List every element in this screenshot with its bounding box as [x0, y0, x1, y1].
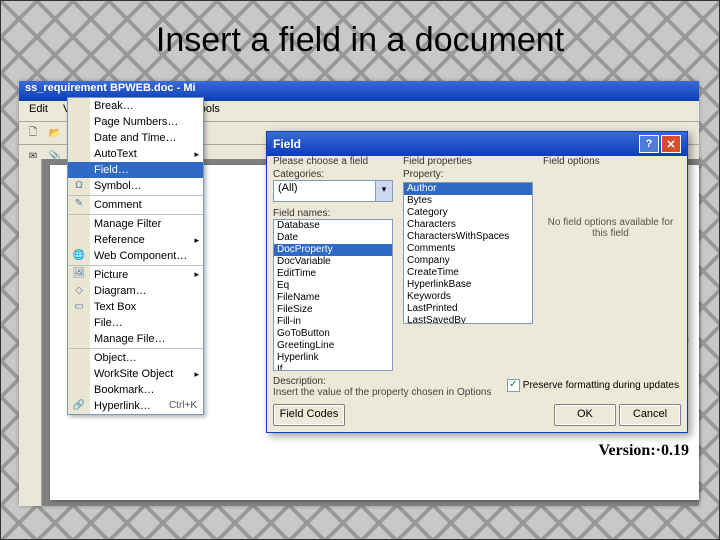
field-name-item[interactable]: EditTime [274, 268, 392, 280]
field-name-item[interactable]: FileSize [274, 304, 392, 316]
insert-menu-item[interactable]: Symbol…Ω [68, 178, 203, 194]
slide-title: Insert a field in a document [1, 21, 719, 60]
help-icon[interactable]: ? [639, 135, 659, 153]
chevron-down-icon[interactable]: ▾ [375, 181, 392, 201]
dialog-title: Field [273, 137, 301, 151]
field-dialog: Field ? ✕ Please choose a field Categori… [266, 131, 688, 433]
menu-item-icon: 🌐 [71, 250, 87, 264]
categories-value: (All) [278, 182, 298, 194]
insert-dropdown: Break…Page Numbers…Date and Time…AutoTex… [67, 97, 204, 415]
categories-label: Categories: [273, 169, 393, 180]
field-name-item[interactable]: GreetingLine [274, 340, 392, 352]
field-name-item[interactable]: Eq [274, 280, 392, 292]
field-codes-button[interactable]: Field Codes [273, 404, 345, 426]
insert-menu-item[interactable]: Break… [68, 98, 203, 114]
field-properties-label: Field properties [403, 156, 533, 167]
no-options-message: No field options available for this fiel… [543, 217, 678, 239]
field-name-item[interactable]: Database [274, 220, 392, 232]
property-item[interactable]: Company [404, 255, 532, 267]
choose-field-label: Please choose a field [273, 156, 393, 167]
submenu-arrow-icon: ▸ [194, 369, 199, 380]
property-label: Property: [403, 169, 533, 180]
categories-combo[interactable]: (All) ▾ [273, 180, 393, 202]
ok-button[interactable]: OK [554, 404, 616, 426]
property-listbox[interactable]: AuthorBytesCategoryCharactersCharactersW… [403, 182, 533, 324]
submenu-arrow-icon: ▸ [194, 235, 199, 246]
menu-edit[interactable]: Edit [23, 102, 54, 116]
field-name-item[interactable]: Hyperlink [274, 352, 392, 364]
insert-menu-item[interactable]: Hyperlink…🔗Ctrl+K [68, 398, 203, 414]
insert-menu-item[interactable]: File… [68, 315, 203, 331]
insert-menu-item[interactable]: Object… [68, 348, 203, 366]
field-names-listbox[interactable]: DatabaseDateDocPropertyDocVariableEditTi… [273, 219, 393, 371]
property-item[interactable]: Category [404, 207, 532, 219]
preserve-label: Preserve formatting during updates [523, 380, 679, 391]
menu-item-icon: 🖼 [71, 268, 87, 282]
insert-menu-item[interactable]: Manage File… [68, 331, 203, 347]
property-item[interactable]: Comments [404, 243, 532, 255]
field-name-item[interactable]: FileName [274, 292, 392, 304]
insert-menu-item[interactable]: Date and Time… [68, 130, 203, 146]
close-icon[interactable]: ✕ [661, 135, 681, 153]
property-item[interactable]: HyperlinkBase [404, 279, 532, 291]
property-item[interactable]: LastSavedBy [404, 315, 532, 324]
slide: Insert a field in a document ss_requirem… [0, 0, 720, 540]
dialog-body: Please choose a field Categories: (All) … [273, 154, 681, 426]
word-sidebar [19, 159, 42, 506]
field-options-label: Field options [543, 156, 678, 167]
insert-menu-item[interactable]: Comment✎ [68, 195, 203, 213]
menu-item-icon: ✎ [71, 198, 87, 212]
insert-menu-item[interactable]: Text Box▭ [68, 299, 203, 315]
property-item[interactable]: Keywords [404, 291, 532, 303]
menu-shortcut: Ctrl+K [169, 400, 197, 411]
property-item[interactable]: CreateTime [404, 267, 532, 279]
menu-item-icon: 🔗 [71, 400, 87, 414]
cancel-button[interactable]: Cancel [619, 404, 681, 426]
property-item[interactable]: Characters [404, 219, 532, 231]
field-names-label: Field names: [273, 208, 393, 219]
dialog-titlebar[interactable]: Field ? ✕ [267, 132, 687, 156]
insert-menu-item[interactable]: WorkSite Object▸ [68, 366, 203, 382]
insert-menu-item[interactable]: Diagram…◇ [68, 283, 203, 299]
insert-menu-item[interactable]: Reference▸ [68, 232, 203, 248]
field-name-item[interactable]: If [274, 364, 392, 371]
insert-menu-item[interactable]: Bookmark… [68, 382, 203, 398]
insert-menu-item[interactable]: Manage Filter [68, 214, 203, 232]
insert-menu-item[interactable]: Web Component…🌐 [68, 248, 203, 264]
field-name-item[interactable]: DocVariable [274, 256, 392, 268]
property-item[interactable]: Author [404, 183, 532, 195]
submenu-arrow-icon: ▸ [194, 149, 199, 160]
field-name-item[interactable]: Fill-in [274, 316, 392, 328]
menu-item-icon: Ω [71, 180, 87, 194]
menu-item-icon: ▭ [71, 301, 87, 315]
open-icon[interactable]: 📂 [45, 123, 65, 143]
field-name-item[interactable]: DocProperty [274, 244, 392, 256]
insert-menu-item[interactable]: AutoText▸ [68, 146, 203, 162]
property-item[interactable]: LastPrinted [404, 303, 532, 315]
insert-menu-item[interactable]: Field… [68, 162, 203, 178]
field-name-item[interactable]: Date [274, 232, 392, 244]
version-label: Version:·0.19 [598, 442, 689, 460]
insert-menu-item[interactable]: Picture🖼▸ [68, 265, 203, 283]
menu-item-icon: ◇ [71, 285, 87, 299]
new-icon[interactable]: 🗋 [23, 123, 43, 143]
insert-menu-item[interactable]: Page Numbers… [68, 114, 203, 130]
checkbox-icon: ✓ [507, 379, 520, 392]
submenu-arrow-icon: ▸ [194, 269, 199, 280]
field-name-item[interactable]: GoToButton [274, 328, 392, 340]
property-item[interactable]: CharactersWithSpaces [404, 231, 532, 243]
preserve-formatting-checkbox[interactable]: ✓Preserve formatting during updates [507, 379, 679, 392]
property-item[interactable]: Bytes [404, 195, 532, 207]
